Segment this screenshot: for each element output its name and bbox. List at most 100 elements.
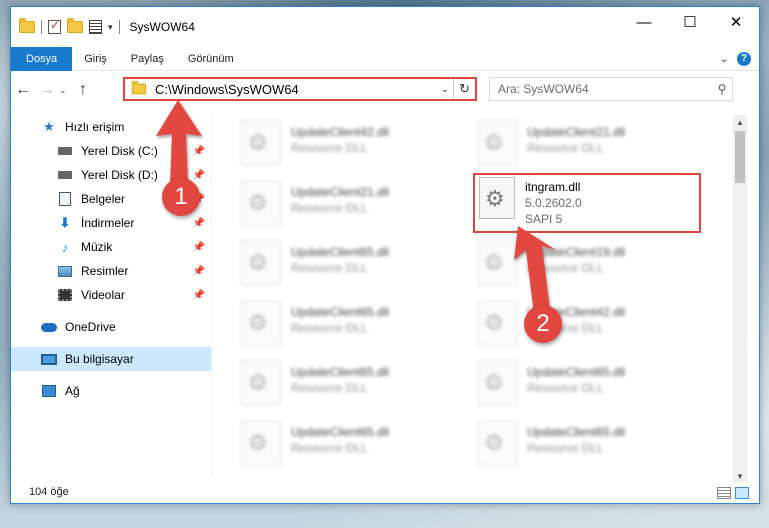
tab-share[interactable]: Paylaş bbox=[119, 47, 176, 71]
file-list: UpdateClient42.dll Resource DLL UpdateCli… bbox=[221, 115, 721, 477]
sidebar-item-local-disk-c[interactable]: Yerel Disk (C:) 📌 bbox=[11, 139, 211, 163]
file-name: UpdateClient21.dll bbox=[291, 185, 390, 199]
sidebar-item-label: Hızlı erişim bbox=[65, 120, 125, 134]
search-input[interactable]: Ara: SysWOW64 bbox=[498, 82, 712, 96]
up-button[interactable]: ↑ bbox=[71, 79, 95, 101]
address-dropdown-icon[interactable]: ⌄ bbox=[437, 84, 453, 95]
file-name: UpdateClient65.dll bbox=[291, 305, 390, 319]
file-description: Resource DLL bbox=[291, 141, 368, 155]
sidebar-item-label: İndirmeler bbox=[81, 216, 135, 230]
sidebar-item-label: Bu bilgisayar bbox=[65, 352, 134, 366]
file-tile[interactable]: UpdateClient65.dll Resource DLL bbox=[241, 241, 471, 293]
ribbon-right: ⌄ ? bbox=[720, 51, 759, 66]
sidebar-item-videos[interactable]: Videolar 📌 bbox=[11, 283, 211, 307]
window-controls: — ☐ ✕ bbox=[621, 7, 759, 47]
file-description: Resource DLL bbox=[527, 141, 604, 155]
title-bar: ▾ SysWOW64 — ☐ ✕ bbox=[11, 7, 759, 47]
pin-icon[interactable]: 📌 bbox=[193, 218, 205, 229]
ribbon-tabs: Dosya Giriş Paylaş Görünüm ⌄ ? bbox=[11, 46, 759, 71]
toolbar-divider bbox=[118, 20, 120, 34]
pin-icon[interactable]: 📌 bbox=[193, 146, 205, 157]
tab-file[interactable]: Dosya bbox=[11, 46, 73, 71]
file-name: UpdateClient65.dll bbox=[527, 365, 626, 379]
pin-icon[interactable]: 📌 bbox=[193, 170, 205, 181]
dll-file-icon bbox=[477, 121, 517, 165]
file-tile[interactable]: UpdateClient42.dllResource DLL bbox=[477, 301, 707, 353]
navigation-bar: ← → ⌄ ↑ C:\Windows\SysWOW64 ⌄ ↻ Ara: Sys… bbox=[11, 77, 759, 103]
dll-file-icon bbox=[477, 361, 517, 405]
highlighted-file-tile[interactable]: itngram.dll 5.0.2602.0 SAPI 5 bbox=[479, 177, 582, 227]
sidebar-item-label: Yerel Disk (C:) bbox=[81, 144, 158, 158]
back-button[interactable]: ← bbox=[11, 79, 35, 101]
pin-icon[interactable]: 📌 bbox=[193, 242, 205, 253]
file-name: UpdateClient42.dll bbox=[291, 125, 390, 139]
minimize-button[interactable]: — bbox=[621, 7, 667, 37]
scroll-thumb[interactable] bbox=[735, 131, 745, 183]
file-tile[interactable]: UpdateClient65.dll Resource DLL bbox=[241, 361, 471, 413]
search-icon[interactable]: ⚲ bbox=[712, 82, 732, 96]
close-button[interactable]: ✕ bbox=[713, 7, 759, 37]
folder-icon bbox=[19, 18, 35, 33]
new-folder-icon[interactable] bbox=[67, 18, 83, 33]
sidebar-item-label: Müzik bbox=[81, 240, 113, 254]
file-version: 5.0.2602.0 bbox=[525, 196, 582, 210]
star-icon: ★ bbox=[43, 119, 55, 134]
help-icon[interactable]: ? bbox=[737, 51, 751, 66]
music-icon: ♪ bbox=[61, 239, 69, 255]
sidebar-item-quick-access[interactable]: ★ Hızlı erişim bbox=[11, 115, 211, 139]
explorer-window: ▾ SysWOW64 — ☐ ✕ Dosya Giriş Paylaş Görü… bbox=[10, 6, 760, 504]
dll-file-icon bbox=[241, 421, 281, 465]
file-description: Resource DLL bbox=[291, 381, 368, 395]
file-tile[interactable]: UpdateClient19.dll Resource DLL bbox=[477, 241, 707, 293]
pin-icon[interactable]: 📌 bbox=[193, 290, 205, 301]
file-description: Resource DLL bbox=[527, 261, 604, 275]
file-tile[interactable]: UpdateClient65.dll Resource DLL bbox=[241, 421, 471, 473]
sidebar-item-label: Ağ bbox=[65, 384, 80, 398]
pin-icon[interactable]: 📌 bbox=[193, 266, 205, 277]
address-bar[interactable]: C:\Windows\SysWOW64 ⌄ ↻ bbox=[123, 77, 477, 101]
forward-button[interactable]: → bbox=[35, 79, 59, 101]
tiles-view-icon[interactable] bbox=[735, 487, 749, 499]
sidebar-item-this-pc[interactable]: Bu bilgisayar bbox=[11, 347, 211, 371]
sidebar-item-onedrive[interactable]: OneDrive bbox=[11, 315, 211, 339]
sidebar-item-pictures[interactable]: Resimler 📌 bbox=[11, 259, 211, 283]
file-tile[interactable]: UpdateClient65.dll Resource DLL bbox=[241, 301, 471, 353]
file-description: Resource DLL bbox=[291, 201, 368, 215]
details-view-icon[interactable] bbox=[717, 487, 731, 499]
file-tile[interactable]: UpdateClient42.dll Resource DLL bbox=[241, 121, 471, 173]
tab-home[interactable]: Giriş bbox=[72, 47, 119, 71]
tab-view[interactable]: Görünüm bbox=[176, 47, 246, 71]
status-bar: 104 öğe bbox=[11, 481, 759, 503]
sidebar-item-label: OneDrive bbox=[65, 320, 116, 334]
sidebar-item-label: Belgeler bbox=[81, 192, 126, 206]
sidebar-item-network[interactable]: Ağ bbox=[11, 379, 211, 403]
dll-file-icon bbox=[477, 301, 517, 345]
file-tile[interactable]: UpdateClient21.dll Resource DLL bbox=[241, 181, 471, 233]
sidebar-item-music[interactable]: ♪ Müzik 📌 bbox=[11, 235, 211, 259]
navigation-pane: ★ Hızlı erişim Yerel Disk (C:) 📌 Yerel D… bbox=[11, 115, 211, 475]
sidebar-item-label: Yerel Disk (D:) bbox=[81, 168, 158, 182]
recent-locations-icon[interactable]: ⌄ bbox=[59, 85, 71, 96]
item-count: 104 öğe bbox=[29, 486, 69, 498]
file-name: UpdateClient19.dll bbox=[527, 245, 626, 259]
properties-icon[interactable] bbox=[89, 20, 102, 34]
expand-ribbon-icon[interactable]: ⌄ bbox=[720, 52, 729, 65]
maximize-button[interactable]: ☐ bbox=[667, 7, 713, 37]
annotation-badge-1: 1 bbox=[162, 178, 200, 216]
search-box[interactable]: Ara: SysWOW64 ⚲ bbox=[489, 77, 733, 101]
pane-divider[interactable] bbox=[211, 115, 212, 475]
file-tile[interactable]: UpdateClient65.dll Resource DLL bbox=[477, 421, 707, 473]
properties-check-icon[interactable] bbox=[48, 18, 61, 34]
file-tile[interactable]: UpdateClient65.dll Resource DLL bbox=[477, 361, 707, 413]
network-icon bbox=[41, 384, 57, 398]
downloads-icon: ⬇ bbox=[59, 215, 71, 230]
refresh-icon[interactable]: ↻ bbox=[453, 79, 475, 99]
pictures-icon bbox=[57, 264, 73, 278]
customize-toolbar-arrow[interactable]: ▾ bbox=[108, 22, 113, 33]
file-tile[interactable]: UpdateClient21.dll Resource DLL bbox=[477, 121, 707, 173]
address-path[interactable]: C:\Windows\SysWOW64 bbox=[155, 82, 437, 97]
toolbar-divider bbox=[41, 20, 42, 34]
scroll-up-icon[interactable]: ▲ bbox=[733, 115, 747, 129]
vertical-scrollbar[interactable]: ▲ ▼ bbox=[733, 115, 747, 483]
dll-file-icon bbox=[241, 361, 281, 405]
